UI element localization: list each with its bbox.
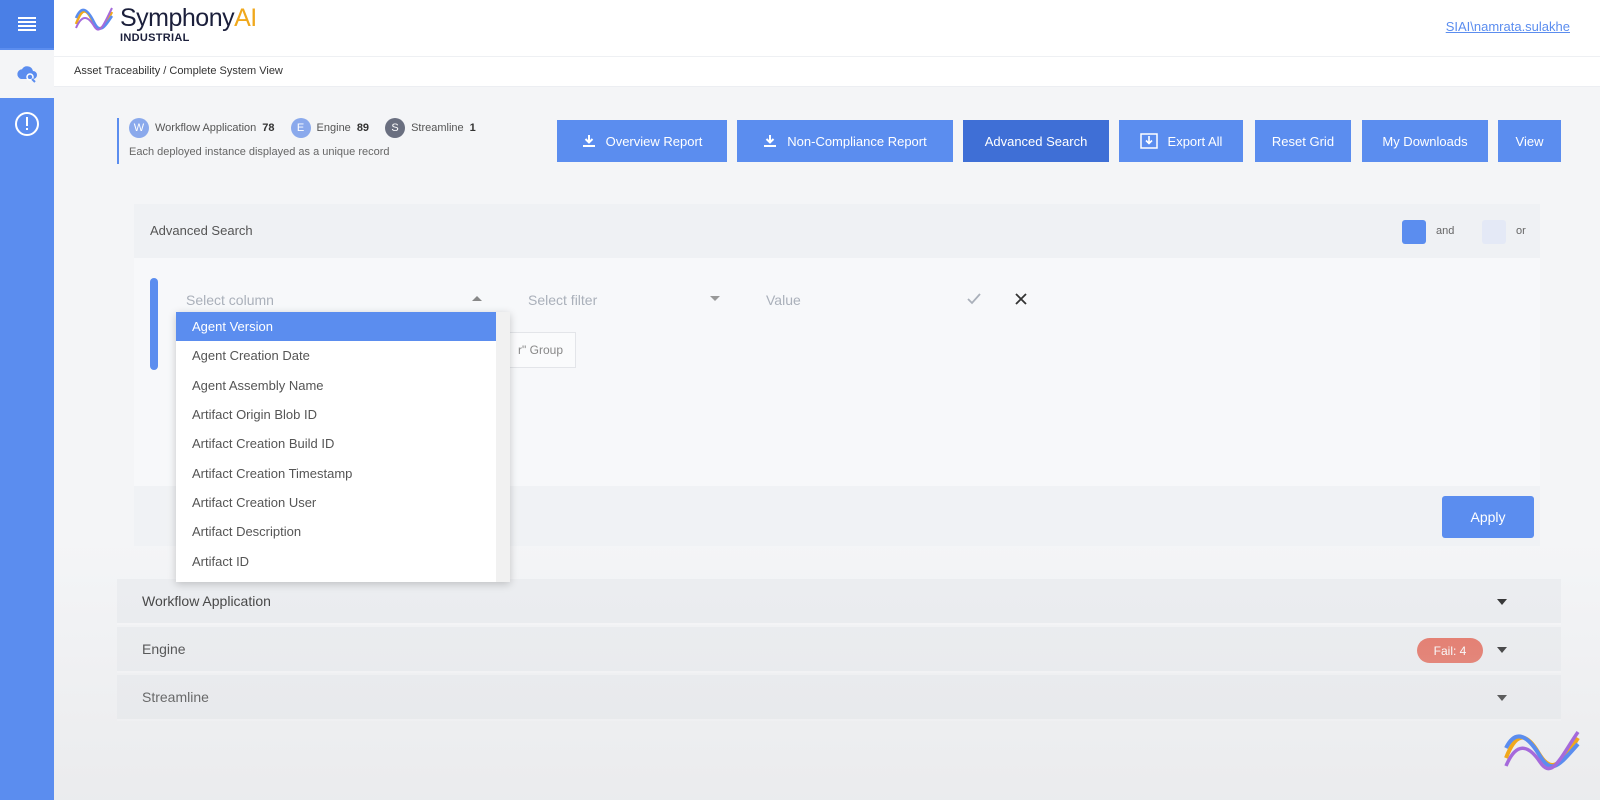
dropdown-option[interactable]: Artifact ID	[176, 546, 496, 575]
column-dropdown: Agent Version Agent Creation Date Agent …	[176, 312, 510, 582]
alert-icon	[15, 112, 39, 136]
export-all-label: Export All	[1167, 133, 1223, 149]
chevron-up-icon	[472, 296, 482, 301]
dropdown-option[interactable]: Artifact Creation Build ID	[176, 429, 496, 458]
dropdown-option[interactable]: Agent Version	[176, 312, 496, 342]
dropdown-option[interactable]: Artifact Description	[176, 517, 496, 546]
brand-subtitle: INDUSTRIAL	[120, 32, 190, 44]
sidebar	[0, 0, 54, 800]
engine-label: Engine	[316, 122, 351, 134]
value-placeholder: Value	[766, 292, 801, 308]
streamline-label: Streamline	[411, 122, 464, 134]
chevron-down-icon	[1497, 695, 1507, 701]
summary-note: Each deployed instance displayed as a un…	[129, 146, 390, 158]
breadcrumb: Asset Traceability / Complete System Vie…	[74, 65, 283, 77]
view-label: View	[1515, 133, 1544, 149]
apply-button[interactable]: Apply	[1442, 496, 1534, 538]
and-label: and	[1436, 225, 1455, 237]
dropdown-option[interactable]: Artifact Creation Timestamp	[176, 458, 496, 487]
advanced-search-label: Advanced Search	[984, 133, 1088, 149]
app-header: SymphonyAI INDUSTRIAL SIAI\namrata.sulak…	[54, 0, 1600, 57]
symphony-wave-icon	[74, 7, 114, 31]
dropdown-option[interactable]: Artifact Creation User	[176, 488, 496, 517]
export-all-button[interactable]: Export All	[1119, 120, 1243, 162]
download-icon	[582, 135, 595, 147]
advanced-search-button[interactable]: Advanced Search	[963, 120, 1109, 162]
advanced-search-title: Advanced Search	[150, 223, 253, 238]
workflow-label: Workflow Application	[155, 122, 257, 134]
fail-badge: Fail: 4	[1417, 638, 1483, 663]
menu-icon	[18, 17, 36, 31]
reset-grid-label: Reset Grid	[1271, 133, 1335, 149]
chevron-down-icon	[710, 296, 720, 301]
my-downloads-button[interactable]: My Downloads	[1362, 120, 1488, 162]
noncompliance-report-label: Non-Compliance Report	[787, 133, 927, 149]
check-icon[interactable]	[966, 292, 982, 306]
value-field[interactable]: Value	[766, 288, 936, 312]
select-column-field[interactable]: Select column	[186, 288, 486, 312]
workflow-count: 78	[262, 122, 275, 134]
section-label: Engine	[142, 641, 186, 657]
engine-chip: E	[290, 118, 311, 138]
advanced-search-header: Advanced Search and or	[134, 204, 1540, 258]
overview-report-label: Overview Report	[605, 133, 703, 149]
close-icon[interactable]	[1014, 292, 1028, 306]
noncompliance-report-button[interactable]: Non-Compliance Report	[737, 120, 953, 162]
dropdown-scrollbar[interactable]	[496, 312, 510, 582]
my-downloads-label: My Downloads	[1382, 133, 1468, 149]
symphony-corner-logo	[1504, 731, 1580, 771]
chevron-down-icon	[1497, 599, 1507, 605]
section-label: Streamline	[142, 689, 209, 705]
summary-counts: W Workflow Application 78 E Engine 89 S …	[117, 118, 486, 164]
dropdown-option[interactable]: Agent Assembly Name	[176, 371, 496, 400]
dropdown-option[interactable]: Artifact Origin Blob ID	[176, 400, 496, 429]
overview-report-button[interactable]: Overview Report	[557, 120, 727, 162]
add-group-label: r" Group	[518, 343, 563, 357]
select-filter-placeholder: Select filter	[528, 292, 598, 308]
user-account-link[interactable]: SIAI\namrata.sulakhe	[1446, 19, 1570, 34]
breadcrumb-bar: Asset Traceability / Complete System Vie…	[54, 57, 1600, 87]
select-column-placeholder: Select column	[186, 292, 274, 308]
section-workflow-application[interactable]: Workflow Application	[117, 579, 1561, 625]
streamline-count: 1	[469, 122, 476, 134]
and-toggle[interactable]	[1402, 220, 1426, 244]
cloud-search-icon	[17, 66, 37, 83]
alerts-nav[interactable]	[0, 100, 54, 148]
engine-count: 89	[356, 122, 370, 134]
view-button[interactable]: View	[1498, 120, 1561, 162]
streamline-chip: S	[385, 118, 406, 138]
brand-name: SymphonyAI	[120, 4, 257, 32]
section-label: Workflow Application	[142, 593, 271, 609]
section-streamline[interactable]: Streamline	[117, 675, 1561, 721]
dropdown-option[interactable]: Agent Creation Date	[176, 341, 496, 370]
section-engine[interactable]: Engine Fail: 4	[117, 627, 1561, 673]
or-toggle[interactable]	[1482, 220, 1506, 244]
workflow-chip: W	[129, 118, 149, 138]
rule-indicator	[150, 278, 158, 370]
select-filter-field[interactable]: Select filter	[528, 288, 728, 312]
chevron-down-icon	[1497, 647, 1507, 653]
menu-button[interactable]	[0, 0, 54, 48]
or-label: or	[1516, 225, 1526, 237]
download-icon	[764, 135, 777, 147]
reset-grid-button[interactable]: Reset Grid	[1255, 120, 1351, 162]
symphony-logo: SymphonyAI INDUSTRIAL	[74, 6, 257, 44]
apply-label: Apply	[1470, 509, 1506, 525]
asset-traceability-nav[interactable]	[0, 50, 54, 98]
export-icon	[1139, 133, 1158, 149]
